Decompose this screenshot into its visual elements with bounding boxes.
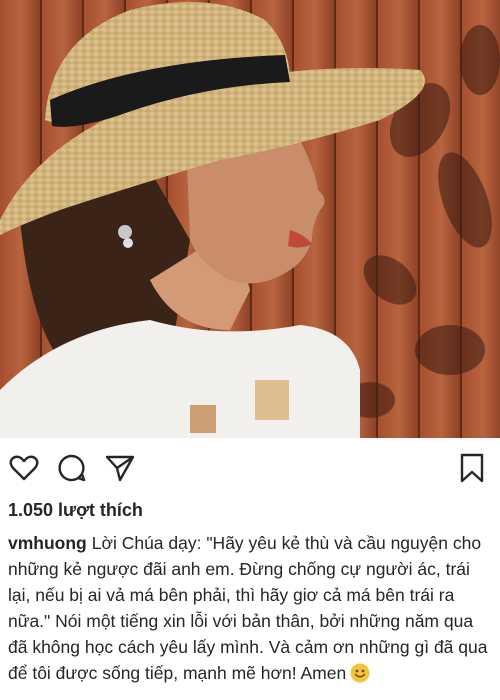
- username-link[interactable]: vmhuong: [8, 533, 87, 553]
- post-caption: vmhuong Lời Chúa dạy: "Hãy yêu kẻ thù và …: [8, 530, 494, 686]
- likes-count[interactable]: 1.050 lượt thích: [8, 500, 143, 521]
- heart-icon[interactable]: [8, 452, 40, 484]
- comment-icon[interactable]: [56, 452, 88, 484]
- caption-text: Lời Chúa dạy: "Hãy yêu kẻ thù và cầu ngu…: [8, 533, 488, 683]
- share-icon[interactable]: [104, 452, 136, 484]
- post-photo[interactable]: [0, 0, 500, 438]
- smiley-emoji-icon: [350, 663, 370, 683]
- post-actions-bar: [0, 438, 500, 498]
- bookmark-icon[interactable]: [456, 452, 488, 484]
- photo-illustration: [0, 0, 500, 438]
